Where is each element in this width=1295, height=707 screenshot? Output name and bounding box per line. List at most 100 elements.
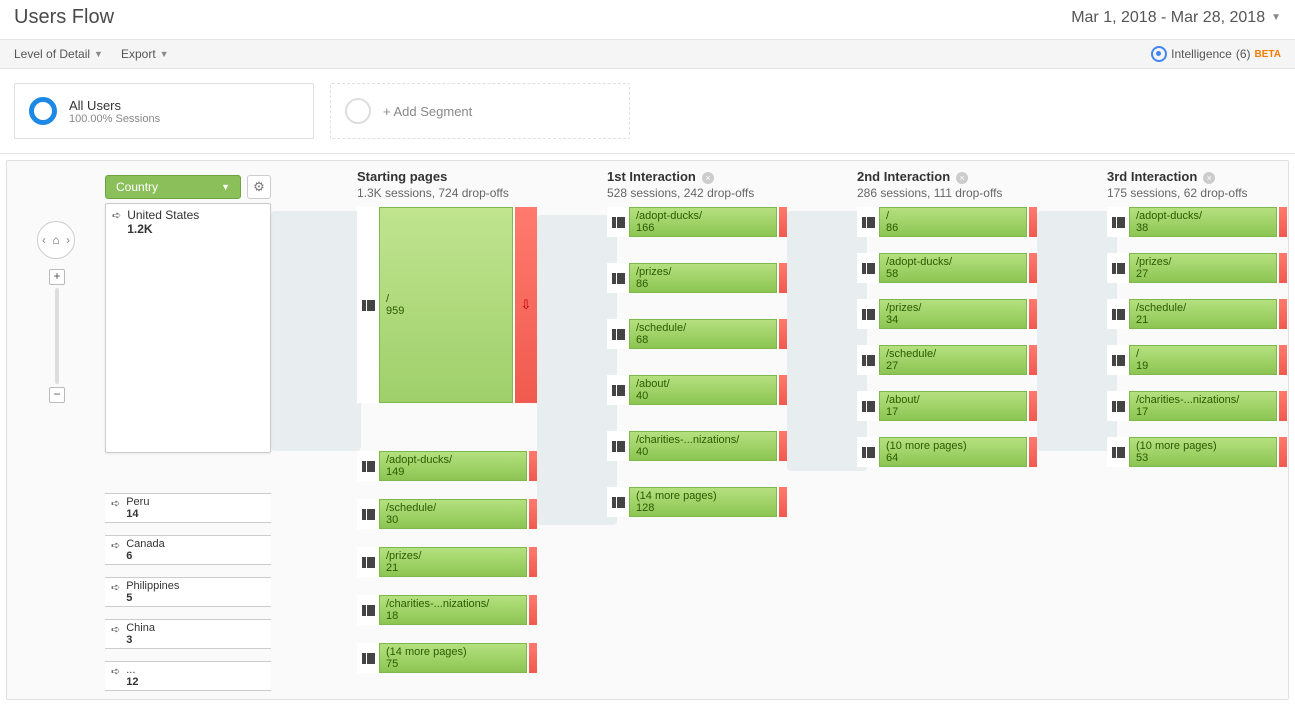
dropoff-bar (1029, 299, 1037, 329)
node-value: 40 (636, 390, 770, 402)
zoom-out-button[interactable]: − (49, 387, 65, 403)
dimension-select[interactable]: Country ▼ (105, 175, 241, 199)
gear-icon: ⚙ (253, 179, 265, 195)
flow-node[interactable]: /adopt-ducks/149 (357, 451, 537, 481)
node-value: 34 (886, 314, 1020, 326)
export-menu[interactable]: Export ▼ (121, 47, 169, 61)
flow-node[interactable]: /schedule/21 (1107, 299, 1287, 329)
page-icon (607, 319, 629, 349)
settings-button[interactable]: ⚙ (247, 175, 271, 199)
dropoff-bar (1279, 207, 1287, 237)
dropoff-bar (1029, 437, 1037, 467)
flow-node[interactable]: /adopt-ducks/166 (607, 207, 787, 237)
node-path: /schedule/ (1136, 302, 1270, 314)
column-title: 2nd Interaction (857, 169, 950, 184)
node-value: 58 (886, 268, 1020, 280)
close-icon[interactable]: × (956, 172, 968, 184)
flow-node[interactable]: /prizes/21 (357, 547, 537, 577)
zoom-slider[interactable] (55, 288, 59, 384)
node-path: /schedule/ (636, 322, 770, 334)
node-path: /charities-...nizations/ (636, 434, 770, 446)
dropoff-bar (1279, 391, 1287, 421)
flow-node[interactable]: (14 more pages)128 (607, 487, 787, 517)
flow-node[interactable]: /prizes/86 (607, 263, 787, 293)
segments-bar: All Users 100.00% Sessions + Add Segment (0, 69, 1295, 154)
dropoff-bar (1029, 207, 1037, 237)
intelligence-button[interactable]: Intelligence(6) BETA (1151, 46, 1281, 62)
flow-node[interactable]: /prizes/34 (857, 299, 1037, 329)
column-header: 1st Interaction×528 sessions, 242 drop-o… (607, 169, 754, 200)
segment-all-users[interactable]: All Users 100.00% Sessions (14, 83, 314, 139)
node-path: (10 more pages) (886, 440, 1020, 452)
date-range-picker[interactable]: Mar 1, 2018 - Mar 28, 2018 ▼ (1071, 9, 1281, 27)
source-row[interactable]: ➪...12 (105, 661, 271, 691)
node-value: 75 (386, 658, 520, 670)
flow-node[interactable]: (10 more pages)64 (857, 437, 1037, 467)
source-row[interactable]: ➪Peru14 (105, 493, 271, 523)
flow-node[interactable]: /adopt-ducks/58 (857, 253, 1037, 283)
source-row[interactable]: ➪Philippines5 (105, 577, 271, 607)
node-path: /schedule/ (886, 348, 1020, 360)
flow-visualization[interactable]: Country ▼ ⚙ ‹ ⌂ › + − ➪ United States 1.… (6, 160, 1289, 700)
node-value: 86 (636, 278, 770, 290)
segment-title: All Users (69, 98, 160, 113)
column-subtitle: 1.3K sessions, 724 drop-offs (357, 186, 509, 200)
column-subtitle: 175 sessions, 62 drop-offs (1107, 186, 1248, 200)
flow-node[interactable]: /about/17 (857, 391, 1037, 421)
node-value: 959 (386, 305, 506, 317)
flow-node[interactable]: /86 (857, 207, 1037, 237)
node-path: /schedule/ (386, 502, 520, 514)
page-icon (1107, 253, 1129, 283)
node-value: 30 (386, 514, 520, 526)
flow-node[interactable]: /schedule/68 (607, 319, 787, 349)
add-segment-button[interactable]: + Add Segment (330, 83, 630, 139)
dimension-label: Country (116, 180, 158, 194)
source-value: 6 (126, 550, 165, 562)
source-row[interactable]: ➪Canada6 (105, 535, 271, 565)
source-row[interactable]: ➪China3 (105, 619, 271, 649)
node-path: /adopt-ducks/ (636, 210, 770, 222)
dropoff-bar (529, 499, 537, 529)
node-value: 38 (1136, 222, 1270, 234)
flow-node[interactable]: /charities-...nizations/40 (607, 431, 787, 461)
flow-node[interactable]: /adopt-ducks/38 (1107, 207, 1287, 237)
pan-control[interactable]: ‹ ⌂ › (37, 221, 75, 259)
date-range-text: Mar 1, 2018 - Mar 28, 2018 (1071, 9, 1265, 27)
page-icon (607, 207, 629, 237)
node-path: / (386, 293, 506, 305)
source-name: United States (127, 208, 199, 222)
source-card-main[interactable]: ➪ United States 1.2K (105, 203, 271, 453)
flow-node[interactable]: (14 more pages)75 (357, 643, 537, 673)
flow-node[interactable]: (10 more pages)53 (1107, 437, 1287, 467)
column-subtitle: 528 sessions, 242 drop-offs (607, 186, 754, 200)
dropoff-bar (779, 487, 787, 517)
close-icon[interactable]: × (1203, 172, 1215, 184)
arrow-right-icon: ➪ (111, 497, 120, 510)
beta-badge: BETA (1255, 49, 1281, 60)
flow-node[interactable]: /schedule/30 (357, 499, 537, 529)
flow-node[interactable]: /prizes/27 (1107, 253, 1287, 283)
flow-node[interactable]: /19 (1107, 345, 1287, 375)
page-icon (607, 375, 629, 405)
level-of-detail-menu[interactable]: Level of Detail ▼ (14, 47, 103, 61)
zoom-in-button[interactable]: + (49, 269, 65, 285)
node-path: /prizes/ (386, 550, 520, 562)
node-path: /prizes/ (886, 302, 1020, 314)
flow-node[interactable]: /schedule/27 (857, 345, 1037, 375)
dropoff-bar (779, 263, 787, 293)
dropoff-bar (529, 547, 537, 577)
flow-node[interactable]: /959⇩ (357, 207, 537, 403)
page-icon (1107, 437, 1129, 467)
source-value: 1.2K (127, 222, 199, 236)
flow-node[interactable]: /about/40 (607, 375, 787, 405)
dropoff-bar (1279, 345, 1287, 375)
source-name: China (126, 622, 155, 634)
close-icon[interactable]: × (702, 172, 714, 184)
page-icon (357, 643, 379, 673)
page-icon (357, 207, 379, 403)
page-icon (857, 391, 879, 421)
source-name: Peru (126, 496, 149, 508)
flow-node[interactable]: /charities-...nizations/18 (357, 595, 537, 625)
node-value: 17 (886, 406, 1020, 418)
flow-node[interactable]: /charities-...nizations/17 (1107, 391, 1287, 421)
